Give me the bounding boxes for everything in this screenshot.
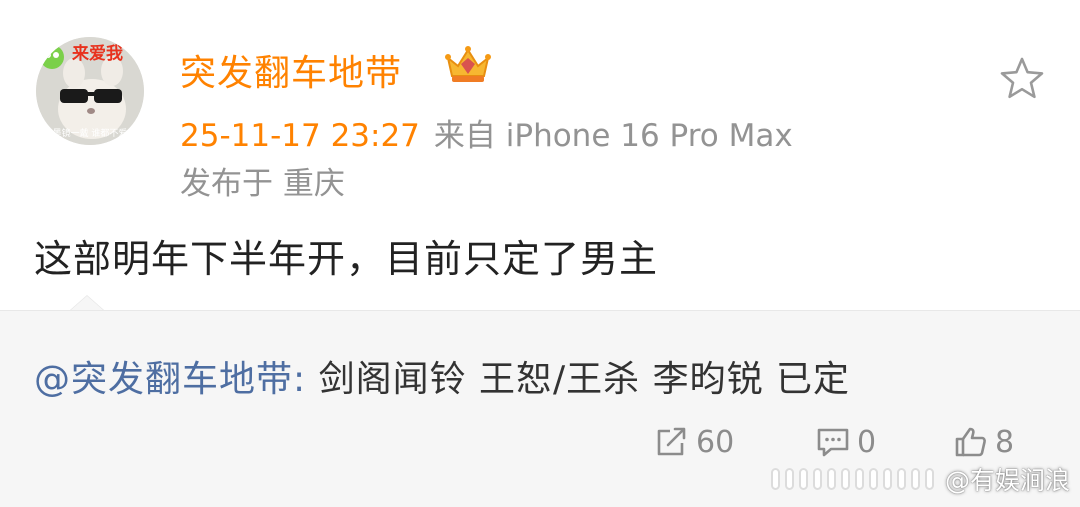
post-source: 来自 iPhone 16 Pro Max [433,118,793,154]
like-button[interactable]: 8 [953,422,1014,462]
comment-button[interactable]: 0 [815,422,876,462]
comment-count: 0 [857,424,877,460]
post-location: 发布于 重庆 [180,166,345,202]
post-timestamp[interactable]: 25-11-17 23:27 [180,118,420,154]
post-meta: 25-11-17 23:27 来自 iPhone 16 Pro Max [180,110,793,155]
repost-count: 60 [696,424,735,460]
repost-text: 剑阁闻铃 王恕/王杀 李昀锐 已定 [306,359,851,400]
thumbs-up-icon [955,427,986,457]
weibo-post: 来爱我 墨镜一戴 谁都不爱 突发翻车地带 25-11-17 23:27 来自 iP… [0,0,1080,310]
post-text: 这部明年下半年开，目前只定了男主 [34,237,659,281]
repost-button[interactable]: 60 [654,422,734,462]
repost-icon [657,427,686,456]
star-outline-icon[interactable] [998,56,1046,100]
comment-icon [817,428,849,457]
repost-mention-link[interactable]: @突发翻车地带: [34,359,306,400]
watermark-bars-icon [770,468,939,490]
repost-pointer-arrow [70,295,104,310]
repost-card[interactable]: @突发翻车地带: 剑阁闻铃 王恕/王杀 李昀锐 已定 60 0 8 @有娱涧浪 [0,295,1080,507]
avatar-sticker-text: 来爱我 [71,43,123,64]
avatar[interactable]: 来爱我 墨镜一戴 谁都不爱 [36,37,144,145]
avatar-caption: 墨镜一戴 谁都不爱 [53,127,128,139]
crown-vip-badge-icon[interactable] [444,44,492,86]
divider [0,310,1080,311]
watermark: @有娱涧浪 [770,463,1070,495]
repost-content: @突发翻车地带: 剑阁闻铃 王恕/王杀 李昀锐 已定 [34,350,850,402]
watermark-text: @有娱涧浪 [944,466,1070,495]
like-count: 8 [995,424,1015,460]
author-name[interactable]: 突发翻车地带 [180,44,402,96]
